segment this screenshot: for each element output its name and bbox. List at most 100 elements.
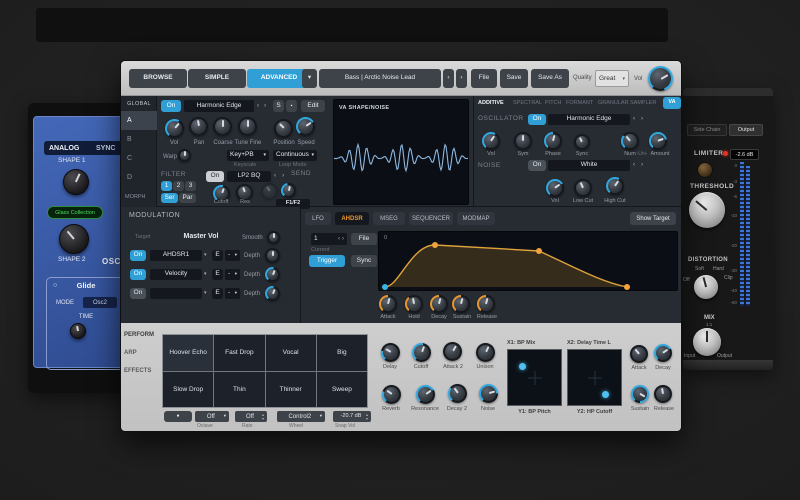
sidebar-item-global[interactable]: GLOBAL xyxy=(121,101,157,107)
mod-row3-curve[interactable]: -▾ xyxy=(225,288,240,299)
source-coarse-knob[interactable] xyxy=(213,117,232,136)
env-release-knob[interactable] xyxy=(477,295,495,313)
mod-row1-on[interactable]: On xyxy=(130,250,146,261)
sidebar-item-c[interactable]: C xyxy=(121,149,157,168)
tab-pitch[interactable]: PITCH xyxy=(545,100,562,106)
filter-ser-button[interactable]: Ser xyxy=(161,193,178,203)
noise-lowcut-knob[interactable] xyxy=(574,179,592,197)
env-sustain-knob[interactable] xyxy=(452,295,470,313)
filter-slot-1[interactable]: 1 xyxy=(161,181,172,191)
tab-analog[interactable]: ANALOG xyxy=(49,145,79,153)
noise-on-toggle[interactable]: On xyxy=(528,160,546,171)
mod-row2-source[interactable]: Velocity xyxy=(150,269,202,280)
chevron-down-icon[interactable]: ▾ xyxy=(366,417,368,421)
sidebar-item-effects[interactable]: EFFECTS xyxy=(124,368,151,375)
mod-row2-e-button[interactable]: E xyxy=(212,269,223,280)
mod-row2-curve[interactable]: -▾ xyxy=(225,269,240,280)
save-button[interactable]: Save xyxy=(500,69,528,88)
macro-resonance-knob[interactable] xyxy=(416,385,435,404)
mod-row2-on[interactable]: On xyxy=(130,269,146,280)
loopmode-select[interactable]: Continuous ▾ xyxy=(273,150,317,161)
osc-sym-knob[interactable] xyxy=(514,132,532,150)
engage-button[interactable] xyxy=(697,162,713,178)
env-file-button[interactable]: File xyxy=(351,233,377,245)
mod-row1-chevron[interactable]: ▾ xyxy=(204,253,207,258)
source-speed-knob[interactable] xyxy=(296,117,315,136)
edit-button[interactable]: Edit xyxy=(301,100,325,112)
perf-release-knob[interactable] xyxy=(654,385,672,403)
xy1-handle[interactable] xyxy=(519,363,526,370)
osc-next-icon[interactable]: › xyxy=(641,116,643,123)
sidechain-tab[interactable]: Side Chain xyxy=(687,124,727,136)
noise-highcut-knob[interactable] xyxy=(606,177,624,195)
noise-type-field[interactable]: White xyxy=(548,160,630,171)
env-selector[interactable]: 1 ‹› xyxy=(311,233,347,245)
macro-cutoff-knob[interactable] xyxy=(412,343,431,362)
source-position-knob[interactable] xyxy=(274,119,293,138)
xy-pad-1[interactable] xyxy=(507,349,562,406)
env-tab-mseg[interactable]: MSEG xyxy=(373,212,405,225)
mod-row3-source[interactable] xyxy=(150,288,202,299)
xy-pad-2[interactable] xyxy=(567,349,622,406)
perf-decay-knob[interactable] xyxy=(654,344,672,362)
filter-prev-icon[interactable]: ‹ xyxy=(274,173,276,180)
tab-sync[interactable]: SYNC xyxy=(96,145,115,153)
sidebar-item-arp[interactable]: ARP xyxy=(124,350,137,357)
perf-attack-knob[interactable] xyxy=(630,345,648,363)
show-target-button[interactable]: Show Target xyxy=(630,212,676,225)
tab-granular[interactable]: GRANULAR xyxy=(598,100,629,106)
sidebar-item-b[interactable]: B xyxy=(121,130,157,149)
perf-sustain-knob[interactable] xyxy=(631,385,649,403)
mod-row3-chevron[interactable]: ▾ xyxy=(204,291,207,296)
filter-next-icon[interactable]: › xyxy=(282,173,284,180)
pad-slow-drop[interactable]: Slow Drop xyxy=(163,372,213,408)
tab-spectral[interactable]: SPECTRAL xyxy=(513,100,542,106)
chevron-down-icon[interactable]: ▾ xyxy=(262,417,264,421)
macro-noise-knob[interactable] xyxy=(479,384,498,403)
env-tab-modmap[interactable]: MODMAP xyxy=(457,212,495,225)
noise-next-icon[interactable]: › xyxy=(641,162,643,169)
macro-unison-knob[interactable] xyxy=(476,343,495,362)
osc-phase-knob[interactable] xyxy=(544,132,562,150)
quality-select[interactable]: Great ▾ xyxy=(595,70,629,87)
preset-prev-button[interactable]: ‹ xyxy=(443,69,454,88)
mod-row3-depth-knob[interactable] xyxy=(265,286,280,301)
tab-va[interactable]: VA xyxy=(663,97,681,109)
env-hold-knob[interactable] xyxy=(405,295,423,313)
mod-row1-depth-knob[interactable] xyxy=(265,248,280,263)
save-as-button[interactable]: Save As xyxy=(531,69,569,88)
envelope-display[interactable]: 0 xyxy=(378,231,678,291)
macro-reverb-knob[interactable] xyxy=(382,385,401,404)
osc-sync-knob[interactable] xyxy=(574,134,590,150)
osc-prev-icon[interactable]: ‹ xyxy=(633,116,635,123)
env-tab-sequencer[interactable]: SEQUENCER xyxy=(409,212,453,225)
oscillator-on-toggle[interactable]: On xyxy=(528,114,546,125)
filter-slot-3[interactable]: 3 xyxy=(185,181,196,191)
preset-display[interactable]: Bass | Arctic Noise Lead xyxy=(319,69,441,88)
source-prev-icon[interactable]: ‹ xyxy=(257,103,259,110)
mod-row2-chevron[interactable]: ▾ xyxy=(204,272,207,277)
source-pan-knob[interactable] xyxy=(189,117,208,136)
osc-amount-knob[interactable] xyxy=(649,132,667,150)
snap-vol-stepper[interactable]: -20.7 dB ▴▾ xyxy=(333,411,371,422)
chevron-left-icon[interactable]: ‹ xyxy=(338,236,340,242)
sidebar-item-d[interactable]: D xyxy=(121,168,157,187)
threshold-knob[interactable] xyxy=(689,192,725,228)
source-on-toggle[interactable]: On xyxy=(161,100,181,112)
tab-sampler[interactable]: SAMPLER xyxy=(630,100,656,106)
filter-on-toggle[interactable]: On xyxy=(206,171,224,182)
link-button[interactable]: ▪ xyxy=(286,100,297,112)
macro-delay-knob[interactable] xyxy=(381,343,400,362)
preset-next-button[interactable]: › xyxy=(456,69,467,88)
mod-row3-e-button[interactable]: E xyxy=(212,288,223,299)
sidebar-item-morph[interactable]: MORPH xyxy=(121,187,157,207)
env-attack-knob[interactable] xyxy=(379,295,397,313)
output-tab[interactable]: Output xyxy=(729,124,763,136)
pad-fast-drop[interactable]: Fast Drop xyxy=(214,335,264,371)
mod-row2-depth-knob[interactable] xyxy=(265,267,280,282)
oscillator-type-field[interactable]: Harmonic Edge xyxy=(548,114,630,125)
send-knob[interactable] xyxy=(281,183,296,198)
master-vol-knob[interactable] xyxy=(648,66,673,91)
sidebar-item-perform[interactable]: PERFORM xyxy=(124,332,154,339)
warp-knob[interactable] xyxy=(178,149,191,162)
